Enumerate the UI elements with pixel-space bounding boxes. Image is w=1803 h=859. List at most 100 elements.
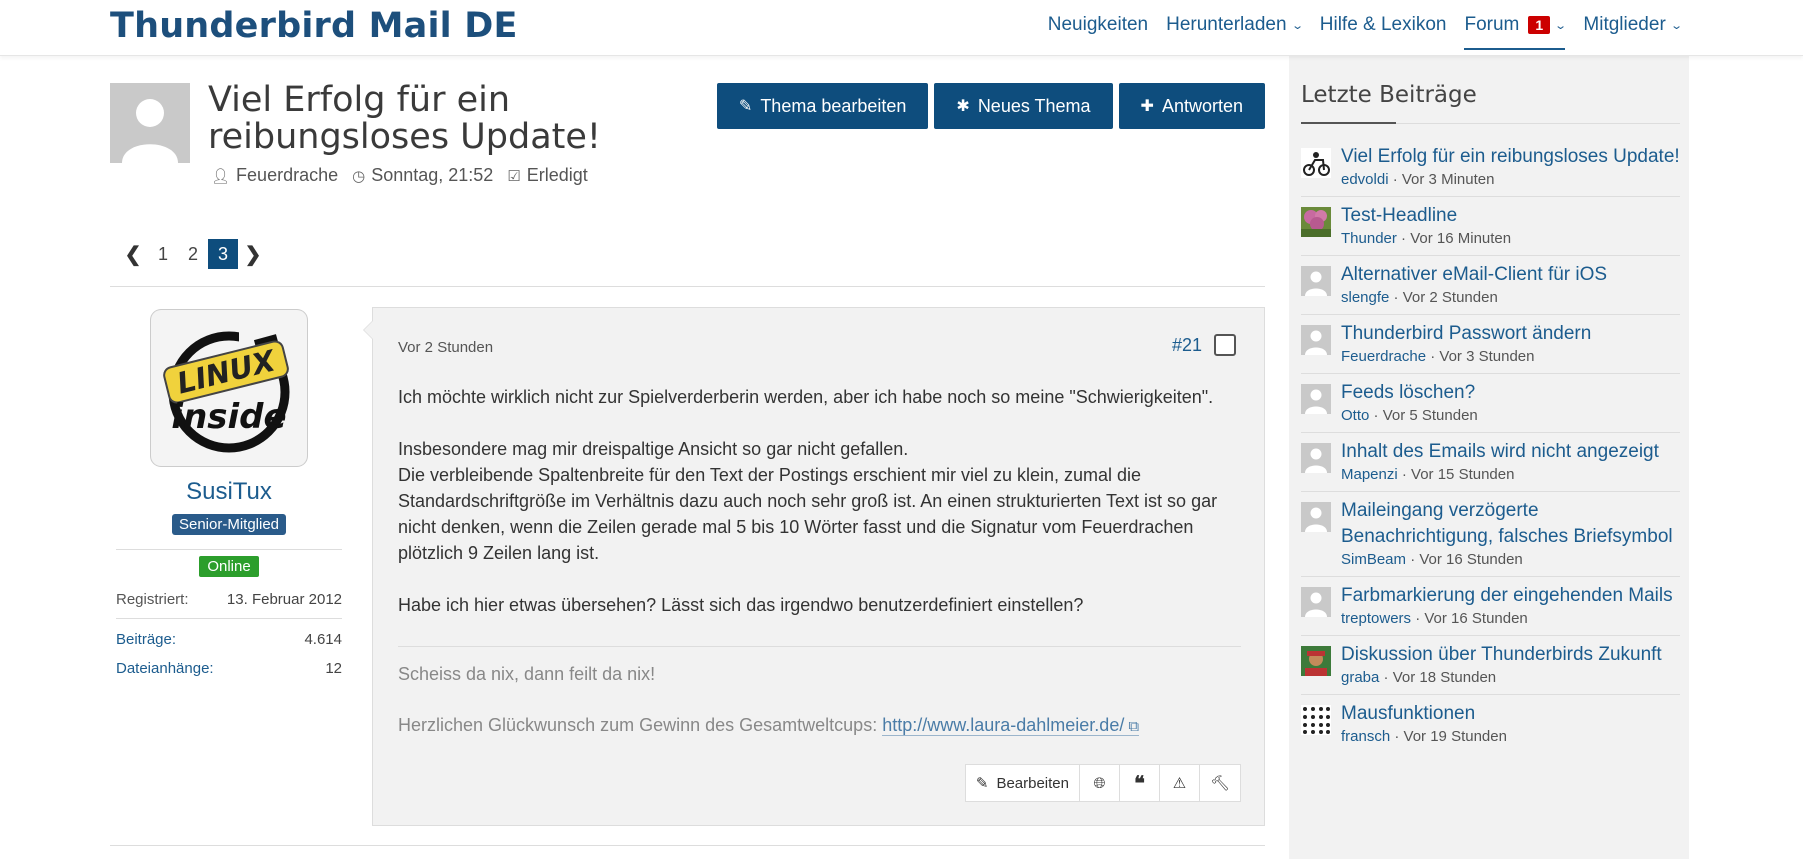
recent-post-item: Inhalt des Emails wird nicht angezeigt Ma… <box>1301 433 1680 492</box>
recent-post-body: Mausfunktionen fransch · Vor 19 Stunden <box>1341 701 1680 745</box>
post-permalink[interactable]: #21 <box>1172 335 1202 356</box>
signature-divider <box>398 646 1241 647</box>
user-avatar[interactable] <box>1301 646 1331 676</box>
chevron-down-icon: ⌄ <box>1669 19 1683 32</box>
signature-line: Herzlichen Glückwunsch zum Gewinn des Ge… <box>398 712 1238 740</box>
button-label: Bearbeiten <box>996 774 1069 792</box>
thread-status-text: Erledigt <box>526 165 588 185</box>
online-status-badge: Online <box>199 556 259 577</box>
prev-page-icon[interactable]: ❮ <box>118 239 148 269</box>
recent-post-title-link[interactable]: Diskussion über Thunderbirds Zukunft <box>1341 642 1680 668</box>
nav-item-herunterladen[interactable]: Herunterladen ⌄ <box>1157 0 1311 50</box>
stat-label-link[interactable]: Beiträge: <box>116 631 176 648</box>
page-1[interactable]: 1 <box>148 239 178 269</box>
nav-item-hilfe[interactable]: Hilfe & Lexikon <box>1311 0 1456 50</box>
recent-post-user-link[interactable]: slengfe <box>1341 289 1389 306</box>
sidebar: Letzte Beiträge Viel Erfolg für ein reib… <box>1289 56 1689 859</box>
user-avatar[interactable] <box>1301 502 1331 532</box>
ip-address-button[interactable]: 🌐︎ <box>1080 765 1120 801</box>
edit-thread-button[interactable]: ✎ Thema bearbeiten <box>716 83 929 129</box>
user-avatar[interactable] <box>1301 443 1331 473</box>
recent-post-meta: edvoldi · Vor 3 Minuten <box>1341 171 1680 188</box>
recent-post-title-link[interactable]: Mausfunktionen <box>1341 701 1680 727</box>
thread-title: Viel Erfolg für ein reibungsloses Update… <box>208 80 601 157</box>
signature-line: Scheiss da nix, dann feilt da nix! <box>398 664 656 684</box>
recent-post-user-link[interactable]: Feuerdrache <box>1341 348 1426 365</box>
signature-text: Herzlichen Glückwunsch zum Gewinn des Ge… <box>398 715 883 735</box>
recent-post-user-link[interactable]: edvoldi <box>1341 171 1389 188</box>
user-avatar[interactable] <box>1301 587 1331 617</box>
recent-post-meta: slengfe · Vor 2 Stunden <box>1341 289 1680 306</box>
stat-label-link[interactable]: Dateianhänge: <box>116 660 214 677</box>
moderate-button[interactable]: 🔨︎ <box>1200 765 1240 801</box>
post-time[interactable]: Vor 2 Stunden <box>398 339 493 356</box>
recent-post-user-link[interactable]: SimBeam <box>1341 551 1406 568</box>
page-3-current[interactable]: 3 <box>208 239 238 269</box>
nav-item-forum[interactable]: Forum 1 ⌄ <box>1455 0 1574 50</box>
user-avatar[interactable] <box>1301 207 1331 237</box>
post-select-checkbox[interactable] <box>1214 334 1236 356</box>
recent-post-user-link[interactable]: Thunder <box>1341 230 1397 247</box>
stat-value: 4.614 <box>304 631 342 648</box>
author-name[interactable]: SusiTux <box>110 478 348 506</box>
linux-inside-avatar-image: LINUX inside <box>151 310 307 466</box>
recent-post-item: Diskussion über Thunderbirds Zukunft grab… <box>1301 636 1680 695</box>
recent-post-time: · Vor 16 Minuten <box>1396 230 1512 247</box>
page-2[interactable]: 2 <box>178 239 208 269</box>
user-avatar[interactable] <box>1301 325 1331 355</box>
recent-post-time: · Vor 5 Stunden <box>1369 407 1478 424</box>
recent-posts-list: Viel Erfolg für ein reibungsloses Update… <box>1301 138 1680 753</box>
user-avatar[interactable] <box>1301 266 1331 296</box>
divider <box>110 286 1265 287</box>
recent-post-title-link[interactable]: Test-Headline <box>1341 203 1680 229</box>
recent-post-item: Feeds löschen? Otto · Vor 5 Stunden <box>1301 374 1680 433</box>
quote-button[interactable]: ❝ <box>1120 765 1160 801</box>
pencil-icon: ✎ <box>738 98 753 115</box>
recent-post-title-link[interactable]: Viel Erfolg für ein reibungsloses Update… <box>1341 144 1680 170</box>
button-label: Thema bearbeiten <box>760 95 907 116</box>
recent-post-body: Farbmarkierung der eingehenden Mails trep… <box>1341 583 1680 627</box>
recent-post-meta: Feuerdrache · Vor 3 Stunden <box>1341 348 1680 365</box>
recent-post-title-link[interactable]: Maileingang verzögerte Benachrichtigung,… <box>1341 498 1680 550</box>
edit-post-button[interactable]: ✎ Bearbeiten <box>966 765 1080 801</box>
signature-link[interactable]: http://www.laura-dahlmeier.de/⧉ <box>882 715 1140 736</box>
thread-buttons: ✎ Thema bearbeiten ✱ Neues Thema ✚ Antworte… <box>716 83 1265 129</box>
new-thread-button[interactable]: ✱ Neues Thema <box>934 83 1113 129</box>
user-avatar[interactable] <box>1301 384 1331 414</box>
main-nav: Neuigkeiten Herunterladen ⌄ Hilfe & Lexik… <box>1039 0 1690 50</box>
recent-post-body: Inhalt des Emails wird nicht angezeigt Ma… <box>1341 439 1680 483</box>
recent-post-title-link[interactable]: Alternativer eMail-Client für iOS <box>1341 262 1680 288</box>
recent-post-title-link[interactable]: Thunderbird Passwort ändern <box>1341 321 1680 347</box>
recent-post-user-link[interactable]: Otto <box>1341 407 1369 424</box>
recent-post-meta: treptowers · Vor 16 Stunden <box>1341 610 1680 627</box>
nav-item-mitglieder[interactable]: Mitglieder ⌄ <box>1574 0 1690 50</box>
recent-post-user-link[interactable]: treptowers <box>1341 610 1411 627</box>
chevron-down-icon: ⌄ <box>1554 19 1568 32</box>
recent-post-user-link[interactable]: Mapenzi <box>1341 466 1398 483</box>
post-message: Ich möchte wirklich nicht zur Spielverde… <box>398 384 1248 644</box>
recent-post-time: · Vor 2 Stunden <box>1389 289 1498 306</box>
user-icon: 👤︎ <box>211 167 231 185</box>
chevron-down-icon: ⌄ <box>1290 19 1304 32</box>
thread-author-avatar[interactable] <box>110 83 190 163</box>
next-page-icon[interactable]: ❯ <box>238 239 268 269</box>
site-title[interactable]: Thunderbird Mail DE <box>110 6 518 46</box>
recent-post-title-link[interactable]: Inhalt des Emails wird nicht angezeigt <box>1341 439 1680 465</box>
nav-label: Forum <box>1464 14 1520 35</box>
reply-button[interactable]: ✚ Antworten <box>1118 83 1265 129</box>
user-avatar[interactable] <box>1301 705 1331 735</box>
button-label: Antworten <box>1161 95 1243 116</box>
thread-meta: 👤︎ Feuerdrache ◷ Sonntag, 21:52 ☑ Erledigt <box>211 165 588 186</box>
nav-item-neuigkeiten[interactable]: Neuigkeiten <box>1039 0 1157 50</box>
recent-post-title-link[interactable]: Feeds löschen? <box>1341 380 1680 406</box>
recent-post-user-link[interactable]: fransch <box>1341 728 1390 745</box>
recent-post-user-link[interactable]: graba <box>1341 669 1379 686</box>
thread-author-name[interactable]: Feuerdrache <box>236 165 338 186</box>
post-signature: Scheiss da nix, dann feilt da nix! Herzl… <box>398 661 1238 765</box>
author-avatar[interactable]: LINUX inside <box>151 310 307 466</box>
recent-post-title-link[interactable]: Farbmarkierung der eingehenden Mails <box>1341 583 1680 609</box>
user-avatar[interactable] <box>1301 148 1331 178</box>
report-button[interactable]: ⚠ <box>1160 765 1200 801</box>
pencil-icon: ✎ <box>975 775 989 792</box>
recent-post-body: Maileingang verzögerte Benachrichtigung,… <box>1341 498 1680 568</box>
